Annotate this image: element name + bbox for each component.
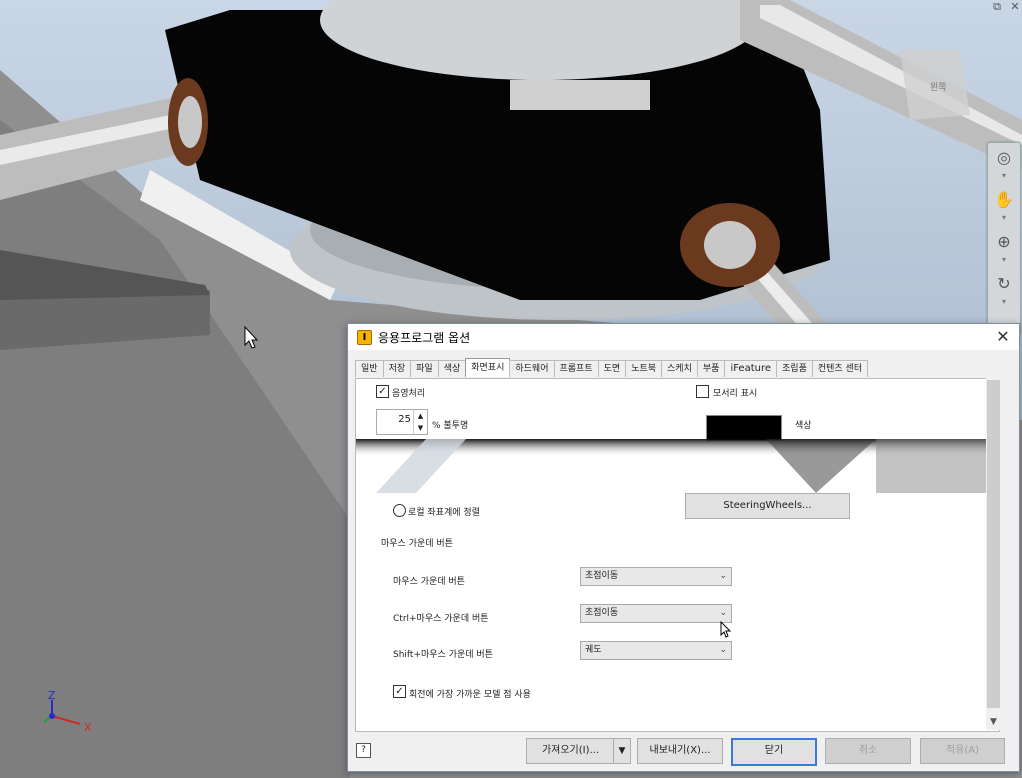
orbit-icon[interactable]: ↻ <box>988 269 1020 297</box>
apply-button[interactable]: 적용(A) <box>920 738 1005 764</box>
spin-down-icon[interactable]: ▼ <box>414 422 427 434</box>
silhouette-checkbox[interactable] <box>696 385 709 398</box>
transparency-value: 25 <box>398 414 411 425</box>
tab-sketch[interactable]: 스케치 <box>661 360 698 377</box>
align-local-label: 로컬 좌표계에 정렬 <box>408 508 480 518</box>
scroll-thumb[interactable] <box>987 380 1000 708</box>
mouse-cursor-icon <box>720 621 732 638</box>
triad-z-label: Z <box>48 689 56 702</box>
ctrl-middle-mouse-label: Ctrl+마우스 가운데 버튼 <box>393 614 489 624</box>
import-button[interactable]: 가져오기(I)... <box>526 738 615 764</box>
orbit-nearest-checkbox[interactable]: ✓ <box>393 685 406 698</box>
import-dropdown-icon[interactable]: ▼ <box>613 738 631 764</box>
export-button[interactable]: 내보내기(X)... <box>637 738 723 764</box>
shift-middle-mouse-value: 궤도 <box>585 645 602 655</box>
chevron-down-icon[interactable]: ▾ <box>988 171 1020 185</box>
navigation-bar: ◎ ▾ ✋ ▾ ⊕ ▾ ↻ ▾ <box>987 142 1021 334</box>
align-local-radio[interactable] <box>393 504 406 517</box>
ctrl-middle-mouse-value: 초점이동 <box>585 608 619 618</box>
tab-drawing[interactable]: 도면 <box>597 360 627 377</box>
tab-save[interactable]: 저장 <box>382 360 412 377</box>
chevron-down-icon: ⌄ <box>719 608 727 618</box>
tab-hardware[interactable]: 하드웨어 <box>509 360 555 377</box>
spinner-buttons: ▲ ▼ <box>413 410 427 434</box>
shading-label: 음영처리 <box>392 389 426 399</box>
scroll-down-icon[interactable]: ▼ <box>986 714 1001 730</box>
full-navigation-wheel-icon[interactable]: ◎ <box>988 143 1020 171</box>
shading-checkbox[interactable]: ✓ <box>376 385 389 398</box>
pan-hand-icon[interactable]: ✋ <box>988 185 1020 213</box>
panel-scrollbar[interactable]: ▼ <box>986 378 1001 730</box>
color-label: 색상 <box>795 421 812 431</box>
shift-middle-mouse-select[interactable]: 궤도 ⌄ <box>580 641 732 660</box>
tab-colors[interactable]: 색상 <box>437 360 467 377</box>
dialog-titlebar[interactable]: I 응용프로그램 옵션 ✕ <box>348 324 1019 350</box>
options-tabs: 일반 저장 파일 색상 화면표시 하드웨어 프롬프트 도면 노트북 스케치 부품… <box>355 358 869 378</box>
close-button[interactable]: 닫기 <box>731 738 817 766</box>
tab-general[interactable]: 일반 <box>355 360 384 377</box>
dialog-title: 응용프로그램 옵션 <box>378 330 471 345</box>
inventor-app-icon: I <box>357 329 372 345</box>
viewport-bleed-through <box>356 439 999 493</box>
transparency-label: % 불투명 <box>432 421 469 431</box>
chevron-down-icon[interactable]: ▾ <box>988 213 1020 227</box>
steeringwheels-button[interactable]: SteeringWheels... <box>685 493 850 519</box>
ctrl-middle-mouse-select[interactable]: 초점이동 ⌄ <box>580 604 732 623</box>
restore-icon[interactable]: ⧉ <box>990 0 1004 16</box>
triad-x-label: X <box>84 721 92 734</box>
middle-mouse-value: 초점이동 <box>585 571 619 581</box>
spin-up-icon[interactable]: ▲ <box>414 410 427 422</box>
orbit-nearest-label: 회전에 가장 가까운 모델 점 사용 <box>409 690 531 700</box>
tab-part[interactable]: 부품 <box>696 360 726 377</box>
tab-notebook[interactable]: 노트북 <box>625 360 663 377</box>
window-controls: ⧉ ✕ <box>990 0 1022 16</box>
zoom-icon[interactable]: ⊕ <box>988 227 1020 255</box>
tab-assembly[interactable]: 조립품 <box>776 360 813 377</box>
middle-mouse-section-title: 마우스 가운데 버튼 <box>381 539 453 549</box>
transparency-spinner[interactable]: 25 ▲ ▼ <box>376 409 428 435</box>
tab-ifeature[interactable]: iFeature <box>724 360 778 377</box>
close-icon[interactable]: ✕ <box>1008 0 1022 16</box>
shift-middle-mouse-label: Shift+마우스 가운데 버튼 <box>393 650 493 660</box>
chevron-down-icon: ⌄ <box>719 571 727 581</box>
tab-display[interactable]: 화면표시 <box>465 358 511 377</box>
tab-content-center[interactable]: 컨텐츠 센터 <box>811 360 869 377</box>
cancel-button[interactable]: 취소 <box>825 738 911 764</box>
color-swatch[interactable] <box>706 415 782 441</box>
tab-prompts[interactable]: 프롬프트 <box>553 360 599 377</box>
chevron-down-icon[interactable]: ▾ <box>988 255 1020 269</box>
display-tab-panel: ✓ 음영처리 모서리 표시 25 ▲ ▼ % 불투명 색상 로컬 좌표계에 정렬… <box>355 378 1000 732</box>
viewcube-label: 왼쪽 <box>930 82 947 93</box>
close-icon[interactable]: ✕ <box>993 327 1013 347</box>
help-icon[interactable]: ? <box>356 743 371 758</box>
silhouette-label: 모서리 표시 <box>713 389 758 399</box>
middle-mouse-select[interactable]: 초점이동 ⌄ <box>580 567 732 586</box>
tab-file[interactable]: 파일 <box>410 360 439 377</box>
middle-mouse-label: 마우스 가운데 버튼 <box>393 577 465 587</box>
chevron-down-icon: ⌄ <box>719 645 727 655</box>
chevron-down-icon[interactable]: ▾ <box>988 297 1020 311</box>
application-options-dialog: I 응용프로그램 옵션 ✕ 일반 저장 파일 색상 화면표시 하드웨어 프롬프트… <box>347 323 1020 772</box>
